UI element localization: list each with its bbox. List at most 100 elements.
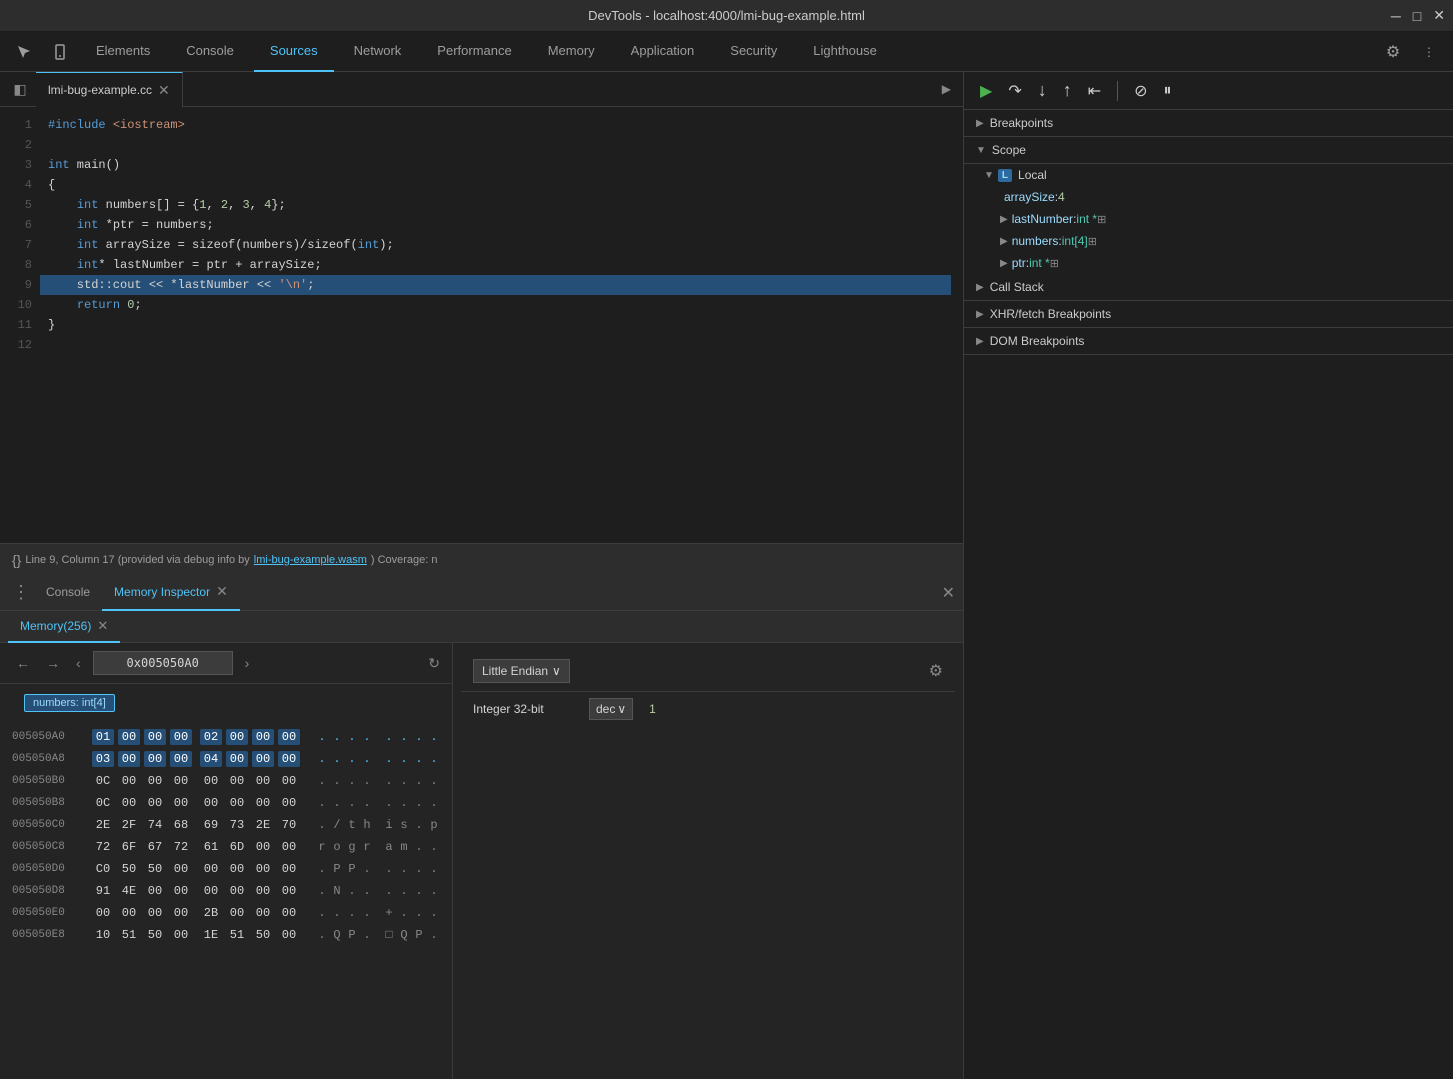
hex-byte[interactable]: 00 (200, 773, 222, 789)
hex-byte[interactable]: 00 (278, 883, 300, 899)
xhr-header[interactable]: ▶ XHR/fetch Breakpoints (964, 301, 1453, 328)
hex-byte[interactable]: 6F (118, 839, 140, 855)
hex-byte[interactable]: 50 (144, 927, 166, 943)
hex-byte[interactable]: C0 (92, 861, 114, 877)
hex-byte[interactable]: 50 (252, 927, 274, 943)
tab-security[interactable]: Security (714, 32, 793, 72)
hex-byte[interactable]: 00 (278, 927, 300, 943)
run-button[interactable]: ▶ (934, 82, 959, 96)
hex-byte[interactable]: 00 (144, 905, 166, 921)
hex-byte[interactable]: 00 (118, 773, 140, 789)
mobile-icon[interactable] (44, 36, 76, 68)
hex-byte[interactable]: 0C (92, 795, 114, 811)
hex-byte[interactable]: 4E (118, 883, 140, 899)
scope-ptr[interactable]: ▶ ptr : int * ⊞ (964, 252, 1453, 274)
hex-byte[interactable]: 00 (200, 883, 222, 899)
hex-byte[interactable]: 00 (118, 751, 140, 767)
hex-byte[interactable]: 00 (144, 729, 166, 745)
hex-byte[interactable]: 00 (278, 751, 300, 767)
scope-arraysize[interactable]: arraySize : 4 (964, 186, 1453, 208)
hex-byte[interactable]: 00 (252, 905, 274, 921)
editor-scrollbar[interactable] (951, 107, 963, 543)
settings-icon[interactable]: ⚙ (1377, 36, 1409, 68)
tab-lighthouse[interactable]: Lighthouse (797, 32, 893, 72)
tab-network[interactable]: Network (338, 32, 418, 72)
hex-byte[interactable]: 00 (118, 795, 140, 811)
source-tab-close[interactable]: ✕ (158, 83, 170, 97)
hex-byte[interactable]: 00 (200, 795, 222, 811)
hex-byte[interactable]: 00 (226, 905, 248, 921)
hex-byte[interactable]: 00 (170, 861, 192, 877)
resume-button[interactable]: ▶ (976, 79, 996, 103)
endian-select[interactable]: Little Endian ∨ (473, 659, 570, 683)
close-button[interactable]: ✕ (1433, 7, 1445, 24)
scope-numbers[interactable]: ▶ numbers : int[4] ⊞ (964, 230, 1453, 252)
hex-byte[interactable]: 00 (252, 729, 274, 745)
scope-header[interactable]: ▼ Scope (964, 137, 1453, 164)
hex-byte[interactable]: 00 (170, 751, 192, 767)
tab-elements[interactable]: Elements (80, 32, 166, 72)
hex-byte[interactable]: 00 (200, 861, 222, 877)
hex-byte[interactable]: 00 (226, 751, 248, 767)
tab-memory-inspector[interactable]: Memory Inspector ✕ (102, 575, 240, 611)
deactivate-breakpoints-button[interactable]: ⊘ (1130, 79, 1151, 103)
memory-subtab-256[interactable]: Memory(256) ✕ (8, 611, 120, 643)
local-scope-item[interactable]: ▼ L Local (964, 164, 1453, 186)
hex-byte[interactable]: 73 (226, 817, 248, 833)
int-format-select[interactable]: dec ∨ (589, 698, 633, 720)
hex-byte[interactable]: 00 (252, 751, 274, 767)
hex-byte[interactable]: 00 (118, 729, 140, 745)
pause-on-exceptions-button[interactable]: ⏸ (1160, 80, 1176, 102)
callstack-header[interactable]: ▶ Call Stack (964, 274, 1453, 301)
step-out-button[interactable]: ↑ (1059, 78, 1076, 103)
hex-byte[interactable]: 00 (252, 773, 274, 789)
tab-console-bottom[interactable]: Console (34, 575, 102, 611)
hex-byte[interactable]: 50 (118, 861, 140, 877)
hex-byte[interactable]: 00 (278, 905, 300, 921)
hex-byte[interactable]: 00 (170, 729, 192, 745)
hex-byte[interactable]: 00 (170, 795, 192, 811)
hex-byte[interactable]: 91 (92, 883, 114, 899)
hex-byte[interactable]: 00 (144, 751, 166, 767)
hex-byte[interactable]: 2F (118, 817, 140, 833)
hex-byte[interactable]: 50 (144, 861, 166, 877)
bottom-panel-close-button[interactable]: ✕ (942, 583, 955, 603)
address-input[interactable] (93, 651, 233, 675)
wasm-link[interactable]: lmi-bug-example.wasm (254, 554, 367, 566)
hex-byte[interactable]: 0C (92, 773, 114, 789)
cursor-icon[interactable] (8, 36, 40, 68)
dom-breakpoints-header[interactable]: ▶ DOM Breakpoints (964, 328, 1453, 355)
refresh-button[interactable]: ↻ (428, 655, 440, 672)
scope-lastnumber[interactable]: ▶ lastNumber : int * ⊞ (964, 208, 1453, 230)
hex-byte[interactable]: 51 (226, 927, 248, 943)
hex-byte[interactable]: 2E (92, 817, 114, 833)
tab-memory[interactable]: Memory (532, 32, 611, 72)
maximize-button[interactable]: □ (1413, 8, 1421, 24)
hex-byte[interactable]: 00 (170, 883, 192, 899)
hex-byte[interactable]: 2B (200, 905, 222, 921)
hex-byte[interactable]: 2E (252, 817, 274, 833)
tab-performance[interactable]: Performance (421, 32, 527, 72)
more-options-icon[interactable]: ⋮ (1413, 36, 1445, 68)
step-back-button[interactable]: ⇤ (1084, 79, 1105, 103)
nav-fwd-button[interactable]: → (42, 653, 64, 673)
hex-byte[interactable]: 67 (144, 839, 166, 855)
hex-byte[interactable]: 00 (170, 905, 192, 921)
hex-byte[interactable]: 00 (252, 795, 274, 811)
panel-toggle-icon[interactable]: ◧ (4, 73, 36, 105)
prev-address-button[interactable]: ‹ (72, 653, 85, 673)
breakpoints-header[interactable]: ▶ Breakpoints (964, 110, 1453, 137)
hex-byte[interactable]: 01 (92, 729, 114, 745)
hex-byte[interactable]: 00 (144, 773, 166, 789)
hex-byte[interactable]: 51 (118, 927, 140, 943)
hex-byte[interactable]: 02 (200, 729, 222, 745)
hex-byte[interactable]: 00 (118, 905, 140, 921)
hex-byte[interactable]: 00 (226, 773, 248, 789)
hex-byte[interactable]: 68 (170, 817, 192, 833)
nav-back-button[interactable]: ← (12, 653, 34, 673)
tab-console[interactable]: Console (170, 32, 250, 72)
next-address-button[interactable]: › (241, 653, 254, 673)
hex-byte[interactable]: 00 (226, 729, 248, 745)
hex-byte[interactable]: 10 (92, 927, 114, 943)
minimize-button[interactable]: ─ (1391, 8, 1401, 24)
